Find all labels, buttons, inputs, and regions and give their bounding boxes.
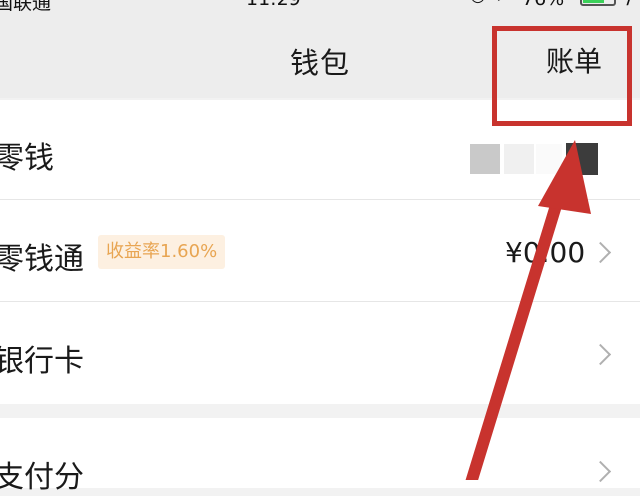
annotation-arrow [465,140,591,480]
